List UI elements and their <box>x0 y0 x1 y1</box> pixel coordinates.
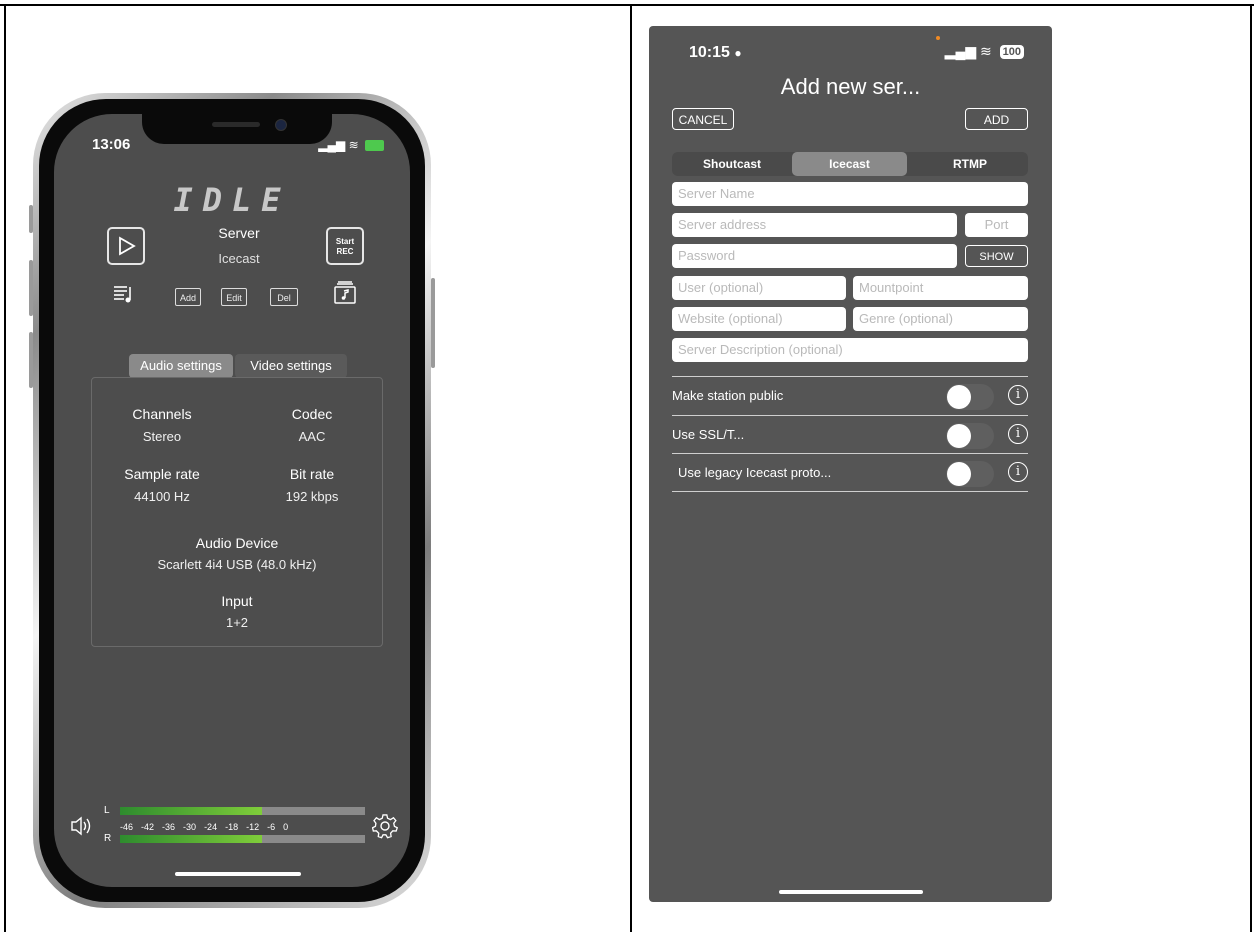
audio-device-label: Audio Device <box>195 535 279 551</box>
phone-screen: 13:06 ▂▄▆ ≋ IDLE Server Icecast Start RE… <box>54 114 410 887</box>
legacy-row: Use legacy Icecast proto... i <box>672 453 1028 492</box>
meter-left <box>120 807 365 815</box>
tab-icecast[interactable]: Icecast <box>792 152 907 176</box>
battery-icon <box>365 140 384 152</box>
meter-tick-label: 0 <box>283 822 289 832</box>
page-title: Add new ser... <box>780 74 921 99</box>
meter-right-fill <box>120 835 263 843</box>
meter-tick-label: -36 <box>162 822 176 832</box>
sample-rate-value: 44100 Hz <box>134 489 190 504</box>
status-icons: ▂▄▆ ≋ 100 <box>945 43 1024 60</box>
speaker-icon[interactable] <box>70 815 94 837</box>
music-library-icon[interactable] <box>333 281 357 305</box>
bit-rate-label: Bit rate <box>289 466 335 482</box>
mic-indicator <box>936 36 940 40</box>
show-password-button[interactable]: SHOW <box>965 245 1028 267</box>
server-address-input[interactable]: Server address <box>672 213 957 237</box>
meter-left-fill <box>120 807 263 815</box>
server-label: Server <box>218 225 260 241</box>
home-indicator <box>175 872 301 876</box>
battery-icon: 100 <box>999 45 1024 60</box>
info-icon[interactable]: i <box>1008 462 1028 482</box>
start-rec-button[interactable]: Start REC <box>326 227 364 265</box>
public-label: Make station public <box>672 388 784 403</box>
legacy-toggle[interactable] <box>946 461 994 487</box>
password-input[interactable]: Password <box>672 244 957 268</box>
input-label: Input <box>221 593 253 609</box>
idle-display: IDLE <box>173 181 291 219</box>
edit-button[interactable]: Edit <box>221 288 247 306</box>
info-icon[interactable]: i <box>1008 424 1028 444</box>
meter-right-label: R <box>104 833 112 844</box>
tab-audio-settings[interactable]: Audio settings <box>129 354 233 378</box>
ssl-row: Use SSL/T... i <box>672 415 1028 453</box>
delete-button[interactable]: Del <box>270 288 298 306</box>
tab-shoutcast[interactable]: Shoutcast <box>672 152 792 176</box>
status-time: 13:06 <box>92 136 131 153</box>
notch <box>142 114 332 144</box>
meter-tick-label: -42 <box>141 822 155 832</box>
mountpoint-input[interactable]: Mountpoint <box>853 276 1028 300</box>
add-button[interactable]: ADD <box>965 108 1028 130</box>
meter-tick-label: -30 <box>183 822 197 832</box>
signal-icon: ▂▄▆ <box>944 43 977 59</box>
public-toggle[interactable] <box>946 384 994 410</box>
add-server-screen: 10:15 ● ▂▄▆ ≋ 100 Add new ser... CANCEL … <box>649 26 1052 902</box>
wifi-icon: ≋ <box>348 138 359 152</box>
protocol-segmented-control: Shoutcast Icecast RTMP <box>672 152 1028 176</box>
meter-right <box>120 835 365 843</box>
audio-settings-panel: Channels Stereo Codec AAC Sample rate 44… <box>91 377 383 647</box>
status-icons: ▂▄▆ ≋ <box>318 138 384 152</box>
tab-video-settings[interactable]: Video settings <box>235 354 347 378</box>
channels-label: Channels <box>132 406 192 422</box>
port-input[interactable]: Port <box>965 213 1028 237</box>
play-icon <box>119 236 136 256</box>
meter-left-label: L <box>104 805 110 816</box>
codec-label: Codec <box>291 406 333 422</box>
audio-device-value: Scarlett 4i4 USB (48.0 kHz) <box>157 557 317 572</box>
add-button[interactable]: Add <box>175 288 201 306</box>
person-icon: ● <box>734 46 742 60</box>
ssl-label: Use SSL/T... <box>672 427 745 442</box>
ssl-toggle[interactable] <box>946 423 994 449</box>
input-value: 1+2 <box>225 615 249 630</box>
meter-tick-label: -6 <box>267 822 276 832</box>
status-time: 10:15 ● <box>689 44 742 61</box>
meter-tick-label: -12 <box>246 822 260 832</box>
server-value: Icecast <box>218 251 260 266</box>
user-input[interactable]: User (optional) <box>672 276 846 300</box>
codec-value: AAC <box>298 429 326 444</box>
meter-tick-label: -18 <box>225 822 239 832</box>
playlist-icon[interactable] <box>113 285 135 303</box>
cancel-button[interactable]: CANCEL <box>672 108 734 130</box>
tab-rtmp[interactable]: RTMP <box>912 152 1028 176</box>
bit-rate-value: 192 kbps <box>285 489 339 504</box>
signal-icon: ▂▄▆ <box>318 138 346 152</box>
channels-value: Stereo <box>142 429 182 444</box>
legacy-label: Use legacy Icecast proto... <box>678 465 832 480</box>
rec-line2: REC <box>336 247 354 256</box>
genre-input[interactable]: Genre (optional) <box>853 307 1028 331</box>
rec-line1: Start <box>335 237 355 246</box>
home-indicator <box>779 890 923 894</box>
play-button[interactable] <box>107 227 145 265</box>
server-name-input[interactable]: Server Name <box>672 182 1028 206</box>
description-input[interactable]: Server Description (optional) <box>672 338 1028 362</box>
meter-tick-label: -24 <box>204 822 218 832</box>
meter-scale: -46 -42 -36 -30 -24 -18 -12 -6 0 <box>120 822 296 832</box>
public-row: Make station public i <box>672 376 1028 414</box>
sample-rate-label: Sample rate <box>124 466 200 482</box>
gear-icon[interactable] <box>372 813 398 839</box>
wifi-icon: ≋ <box>980 43 992 59</box>
website-input[interactable]: Website (optional) <box>672 307 846 331</box>
info-icon[interactable]: i <box>1008 385 1028 405</box>
meter-tick-label: -46 <box>120 822 134 832</box>
